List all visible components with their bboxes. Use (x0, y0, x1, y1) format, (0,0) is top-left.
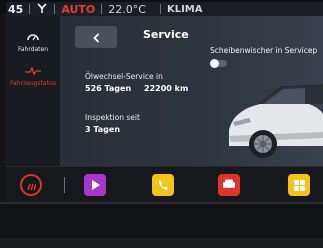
car-illustration (229, 84, 323, 158)
oil-service-label: Ölwechsel-Service in (85, 72, 163, 81)
home-lines-icon (26, 176, 37, 195)
dashboard-trim (0, 202, 323, 248)
car-app-button[interactable] (218, 174, 240, 196)
clock: 45 (8, 2, 24, 16)
sidebar: Fahrdaten Fahrzeugstatus (6, 16, 61, 166)
home-button[interactable] (20, 174, 42, 196)
speedometer-icon (26, 26, 40, 45)
inspection-days: 3 Tagen (85, 125, 121, 134)
page-title: Service (143, 28, 189, 41)
infotainment-screen: 45 AUTO 22.0°C KLIMA Fahrdaten Fahrzeugs… (6, 2, 323, 202)
auto-climate-button[interactable]: AUTO (61, 3, 95, 16)
oil-service-km: 22200 km (144, 84, 189, 93)
divider (101, 4, 103, 14)
divider (64, 177, 65, 193)
wiper-service-toggle[interactable] (210, 59, 227, 68)
climate-button[interactable]: KLIMA (167, 4, 203, 15)
sidebar-item-fahrzeugstatus[interactable]: Fahrzeugstatus (6, 60, 60, 87)
chevron-left-icon (92, 28, 100, 47)
sidebar-item-label: Fahrzeugstatus (10, 80, 56, 87)
inspection-label: Inspektion seit (85, 113, 140, 122)
heartbeat-icon (25, 60, 41, 79)
phone-app-button[interactable] (152, 174, 174, 196)
media-app-button[interactable] (84, 174, 106, 196)
trim-lip (0, 202, 323, 204)
wiper-service-label: Scheibenwischer in Servicep (210, 46, 318, 55)
sidebar-item-fahrdaten[interactable]: Fahrdaten (6, 26, 60, 53)
back-button[interactable] (75, 26, 117, 48)
car-settings-icon (218, 179, 240, 200)
play-icon (84, 180, 106, 200)
trim-shadow (0, 238, 323, 248)
status-bar: 45 AUTO 22.0°C KLIMA (6, 2, 323, 16)
divider (29, 4, 31, 14)
fan-icon[interactable] (36, 2, 48, 16)
divider (54, 4, 56, 14)
toggle-knob (210, 59, 219, 68)
oil-service-days: 526 Tagen (85, 84, 132, 93)
phone-icon (152, 180, 174, 200)
service-panel: Service Scheibenwischer in Servicep Ölwe… (61, 16, 323, 166)
divider (159, 4, 161, 14)
app-bar (6, 166, 323, 202)
apps-icon (288, 180, 310, 200)
sidebar-item-label: Fahrdaten (17, 46, 49, 53)
apps-button[interactable] (288, 174, 310, 196)
temperature-readout[interactable]: 22.0°C (108, 3, 146, 16)
